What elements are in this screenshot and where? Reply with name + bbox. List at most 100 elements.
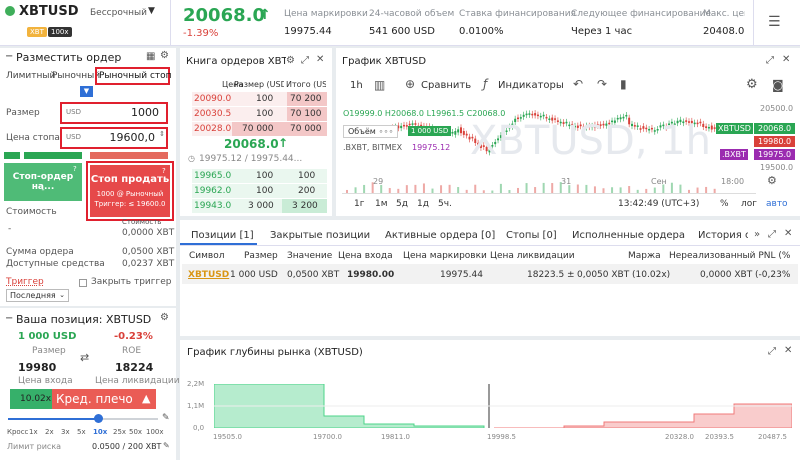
col-entry-price[interactable]: Цена входа bbox=[338, 251, 393, 261]
period-1y[interactable]: 1г bbox=[354, 199, 364, 209]
trigger-select[interactable]: Последняя ⌄ bbox=[6, 289, 69, 302]
indicators-icon[interactable]: ƒ bbox=[483, 77, 487, 91]
collapse-icon[interactable]: − bbox=[5, 313, 13, 324]
lev-tick[interactable]: 50x bbox=[129, 428, 142, 436]
undo-icon[interactable]: ↶ bbox=[573, 77, 583, 91]
lev-tick[interactable]: Кросс bbox=[7, 428, 28, 436]
expand-icon[interactable]: ⤢ bbox=[301, 55, 309, 66]
x-tick: Сен bbox=[651, 177, 667, 186]
percent-toggle[interactable]: % bbox=[720, 199, 729, 209]
available-label: Доступные средства bbox=[6, 259, 105, 269]
col-liq-price[interactable]: Цена ликвидации bbox=[490, 251, 575, 261]
auto-toggle[interactable]: авто bbox=[766, 199, 788, 209]
redo-icon[interactable]: ↷ bbox=[597, 77, 607, 91]
candle-type-icon[interactable]: ▥ bbox=[374, 78, 385, 92]
col-symbol[interactable]: Символ bbox=[189, 251, 225, 261]
ask-row[interactable]: 20090.0 100 70 200 bbox=[192, 92, 327, 106]
size-input[interactable]: USD 1000 bbox=[60, 102, 168, 124]
col-margin[interactable]: Маржа bbox=[628, 251, 661, 261]
collapse-icon[interactable]: − bbox=[5, 51, 13, 62]
lev-tick[interactable]: 1x bbox=[29, 428, 38, 436]
tab-dropdown-icon[interactable]: ▼ bbox=[80, 86, 93, 97]
period-5d[interactable]: 5д bbox=[396, 199, 408, 209]
lev-tick[interactable]: 3x bbox=[61, 428, 70, 436]
tab-active-orders[interactable]: Активные ордера [0] bbox=[385, 230, 495, 241]
settings-sliders-icon[interactable]: ☰ bbox=[768, 14, 781, 30]
slider-thumb[interactable] bbox=[94, 414, 103, 423]
col-value[interactable]: Значение bbox=[287, 251, 332, 261]
compare-button[interactable]: Сравнить bbox=[421, 80, 471, 91]
stat-24h-volume: 24-часовой объем 541 600 USD bbox=[369, 9, 455, 37]
stop-price-input[interactable]: USD 19600,0 ⇕ bbox=[60, 127, 168, 149]
tab-market[interactable]: Рыночный bbox=[52, 71, 100, 81]
calculator-icon[interactable]: ▦ bbox=[146, 51, 155, 62]
gear-icon[interactable]: ⚙ bbox=[160, 50, 169, 61]
lev-tick[interactable]: 2x bbox=[45, 428, 54, 436]
tab-limit[interactable]: Лимитный bbox=[6, 71, 55, 81]
bid-row[interactable]: 19965.0 100 100 bbox=[192, 169, 327, 183]
col-mark-price[interactable]: Цена маркировки bbox=[403, 251, 487, 261]
tab-stop-market[interactable]: Рыночный стоп bbox=[99, 71, 172, 81]
log-toggle[interactable]: лог bbox=[741, 199, 757, 209]
close-icon[interactable]: ✕ bbox=[784, 345, 792, 356]
volume-bar bbox=[585, 184, 588, 193]
close-icon[interactable]: ✕ bbox=[784, 228, 792, 239]
period-5h[interactable]: 5ч. bbox=[438, 199, 452, 209]
symbol-dropdown-icon[interactable]: ▼ bbox=[148, 6, 155, 16]
stepper-icon[interactable]: ⇕ bbox=[159, 130, 165, 138]
more-tabs-icon[interactable]: » bbox=[754, 229, 760, 240]
depth-plot[interactable] bbox=[214, 384, 792, 428]
x-tick: 20328.0 bbox=[665, 433, 694, 441]
lev-tick-active[interactable]: 10x bbox=[93, 428, 107, 436]
badge-xbt: XBT bbox=[27, 27, 47, 37]
leverage-slider[interactable] bbox=[8, 413, 158, 425]
stop-sell-button[interactable]: Стоп продать 1000 @ Рыночный Триггер: ≤ … bbox=[90, 165, 170, 217]
edit-icon[interactable]: ✎ bbox=[162, 413, 170, 423]
expand-icon[interactable]: ⤢ bbox=[768, 229, 776, 240]
lev-tick[interactable]: 5x bbox=[77, 428, 86, 436]
ask-row[interactable]: 20030.5 100 70 100 bbox=[192, 107, 327, 121]
leverage-bar[interactable]: 10.02x Кред. плечо ▲ bbox=[10, 389, 156, 409]
x-tick: 18:00 bbox=[721, 177, 745, 186]
x-tick: 20487.5 bbox=[758, 433, 787, 441]
lev-tick[interactable]: 25x bbox=[113, 428, 126, 436]
margin-adjust-icon[interactable]: ± bbox=[567, 270, 575, 280]
close-trigger-checkbox[interactable] bbox=[79, 279, 87, 287]
expand-icon[interactable]: ⤢ bbox=[768, 346, 776, 357]
tab-filled-orders[interactable]: Исполненные ордера bbox=[572, 230, 685, 241]
x-tick: 31 bbox=[561, 177, 572, 186]
col-size[interactable]: Размер bbox=[244, 251, 278, 261]
chart-settings-icon[interactable]: ⚙ bbox=[767, 174, 777, 187]
info-icon[interactable]: ? bbox=[73, 165, 77, 173]
tab-stops[interactable]: Стопы [0] bbox=[506, 230, 557, 241]
lev-tick[interactable]: 100x bbox=[146, 428, 164, 436]
close-icon[interactable]: ✕ bbox=[316, 54, 324, 65]
close-icon[interactable]: ✕ bbox=[782, 54, 790, 65]
row-symbol[interactable]: XBTUSD bbox=[188, 270, 229, 280]
gear-icon[interactable]: ⚙ bbox=[746, 77, 758, 92]
bid-row[interactable]: 19962.0 100 200 bbox=[192, 184, 327, 198]
ask-depth-area bbox=[494, 403, 792, 428]
symbol-title[interactable]: XBTUSD bbox=[19, 4, 79, 19]
period-1m[interactable]: 1м bbox=[375, 199, 388, 209]
stop-buy-button[interactable]: Стоп-ордер на... - bbox=[4, 163, 82, 201]
gear-icon[interactable]: ⚙ bbox=[160, 312, 169, 323]
bid-row[interactable]: 19943.0 3 000 3 200 bbox=[192, 199, 327, 213]
tab-order-history[interactable]: История ор bbox=[698, 230, 748, 241]
trigger-label[interactable]: Триггер bbox=[6, 277, 44, 287]
tab-positions[interactable]: Позиции [1] bbox=[191, 230, 254, 241]
gear-icon[interactable]: ⚙ bbox=[286, 55, 295, 66]
expand-icon[interactable]: ⤢ bbox=[766, 55, 774, 66]
tab-closed-positions[interactable]: Закрытые позиции bbox=[270, 230, 370, 241]
plus-circle-icon[interactable]: ⊕ bbox=[405, 77, 415, 91]
col-unrealized-pnl[interactable]: Нереализованный PNL (% bbox=[669, 251, 797, 261]
camera-icon[interactable]: ◙ bbox=[772, 78, 784, 92]
ask-row[interactable]: 20028.0 70 000 70 000 bbox=[192, 122, 327, 136]
indicators-button[interactable]: Индикаторы bbox=[498, 80, 564, 91]
info-icon[interactable]: ? bbox=[162, 167, 166, 175]
edit-icon[interactable]: ✎ bbox=[163, 441, 170, 450]
period-1d[interactable]: 1д bbox=[417, 199, 429, 209]
entry-price-tag: 19980.0 bbox=[754, 136, 796, 147]
bars-icon[interactable]: ▮ bbox=[620, 77, 627, 91]
interval-button[interactable]: 1h bbox=[350, 80, 363, 91]
